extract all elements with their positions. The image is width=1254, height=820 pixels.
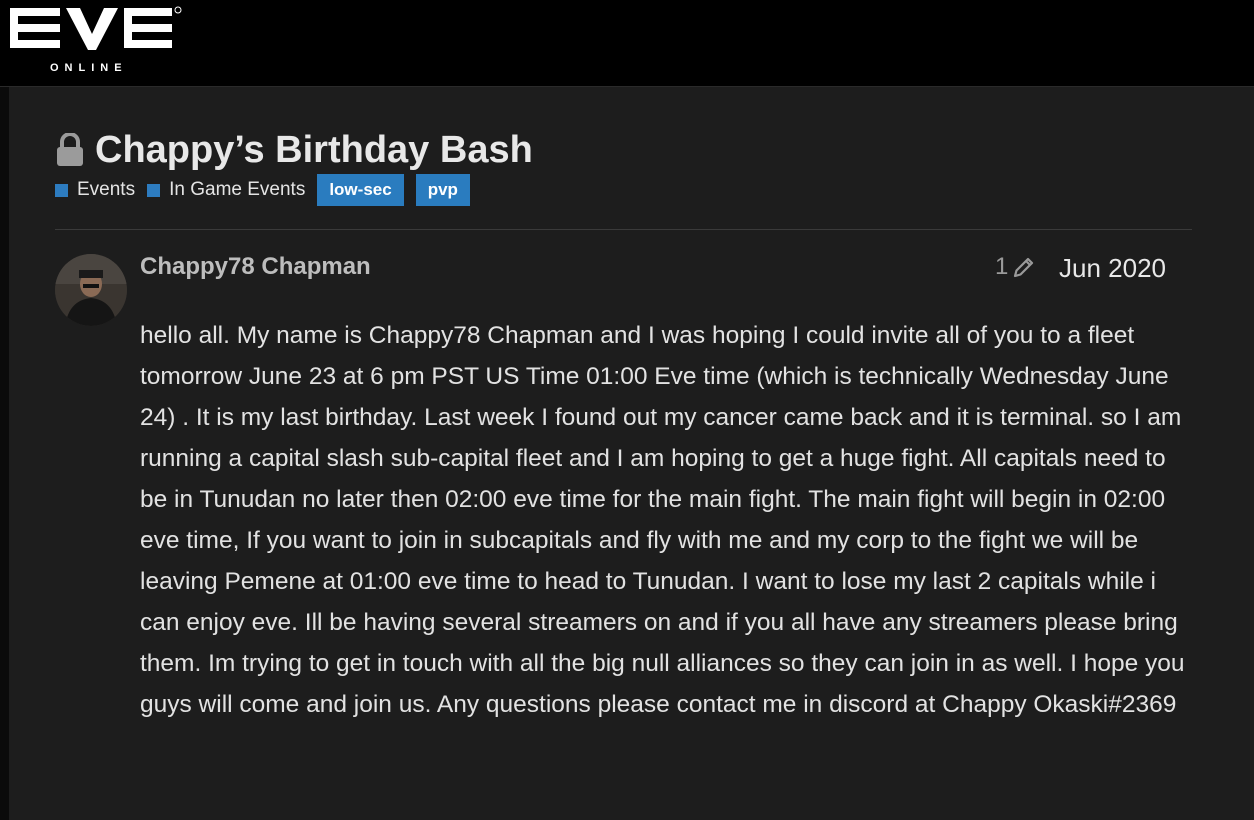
topic-tags: Events In Game Events low-sec pvp — [55, 174, 482, 206]
eve-logo-mark — [10, 6, 182, 50]
avatar[interactable] — [55, 254, 127, 326]
site-header: ONLINE — [0, 0, 1254, 87]
tag-low-sec[interactable]: low-sec — [317, 174, 404, 206]
edit-history-button[interactable]: 1 — [995, 253, 1036, 281]
pencil-icon — [1014, 257, 1034, 278]
topic-container: Chappy’s Birthday Bash Events In Game Ev… — [9, 87, 1254, 820]
divider — [55, 229, 1192, 230]
eve-online-logo[interactable]: ONLINE — [10, 4, 185, 76]
post-username[interactable]: Chappy78 Chapman — [140, 253, 371, 281]
post-date[interactable]: Jun 2020 — [1059, 253, 1166, 284]
side-strip — [0, 87, 9, 820]
category-label: Events — [77, 179, 136, 200]
tag-pvp[interactable]: pvp — [415, 174, 470, 206]
lock-icon — [57, 133, 83, 166]
avatar-image — [55, 254, 127, 326]
topic-title-row: Chappy’s Birthday Bash — [55, 125, 533, 175]
category-color-swatch — [147, 183, 161, 197]
category-color-swatch — [55, 183, 68, 197]
logo-subtext: ONLINE — [50, 62, 128, 74]
category-events[interactable]: Events — [55, 179, 135, 201]
page-title[interactable]: Chappy’s Birthday Bash — [95, 129, 533, 172]
category-in-game-events[interactable]: In Game Events — [147, 179, 305, 201]
post-body: hello all. My name is Chappy78 Chapman a… — [140, 322, 1185, 718]
category-label: In Game Events — [169, 179, 306, 200]
edit-count: 1 — [995, 253, 1009, 280]
